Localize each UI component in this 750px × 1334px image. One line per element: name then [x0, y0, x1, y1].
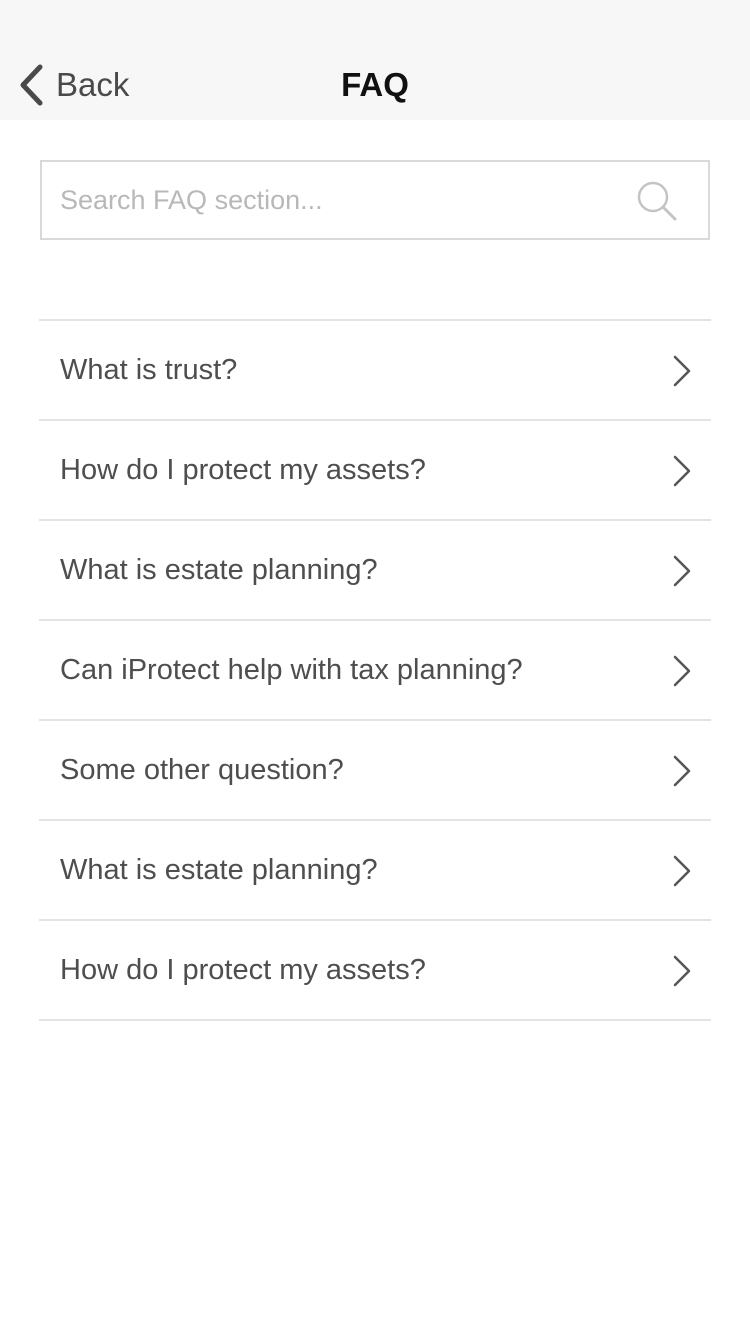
faq-item[interactable]: Some other question?: [39, 721, 711, 821]
chevron-right-icon: [673, 855, 691, 887]
navigation-bar: Back FAQ: [0, 0, 750, 120]
faq-item[interactable]: What is estate planning?: [39, 821, 711, 921]
search-input[interactable]: [60, 162, 620, 238]
search-box: [40, 160, 710, 240]
faq-question: What is estate planning?: [60, 854, 378, 886]
chevron-right-icon: [673, 355, 691, 387]
chevron-left-icon: [20, 64, 43, 106]
faq-question: What is estate planning?: [60, 554, 378, 586]
faq-list: What is trust? How do I protect my asset…: [39, 319, 711, 1021]
faq-question: How do I protect my assets?: [60, 454, 426, 486]
faq-item[interactable]: How do I protect my assets?: [39, 421, 711, 521]
chevron-right-icon: [673, 455, 691, 487]
faq-question: What is trust?: [60, 354, 238, 386]
chevron-right-icon: [673, 955, 691, 987]
faq-question: How do I protect my assets?: [60, 954, 426, 986]
chevron-right-icon: [673, 755, 691, 787]
search-icon[interactable]: [636, 180, 678, 222]
faq-question: Can iProtect help with tax planning?: [60, 654, 523, 686]
back-button[interactable]: Back: [18, 62, 129, 108]
faq-question: Some other question?: [60, 754, 344, 786]
faq-item[interactable]: What is trust?: [39, 321, 711, 421]
faq-item[interactable]: Can iProtect help with tax planning?: [39, 621, 711, 721]
chevron-right-icon: [673, 555, 691, 587]
faq-item[interactable]: How do I protect my assets?: [39, 921, 711, 1021]
chevron-right-icon: [673, 655, 691, 687]
faq-item[interactable]: What is estate planning?: [39, 521, 711, 621]
back-label: Back: [56, 66, 130, 103]
